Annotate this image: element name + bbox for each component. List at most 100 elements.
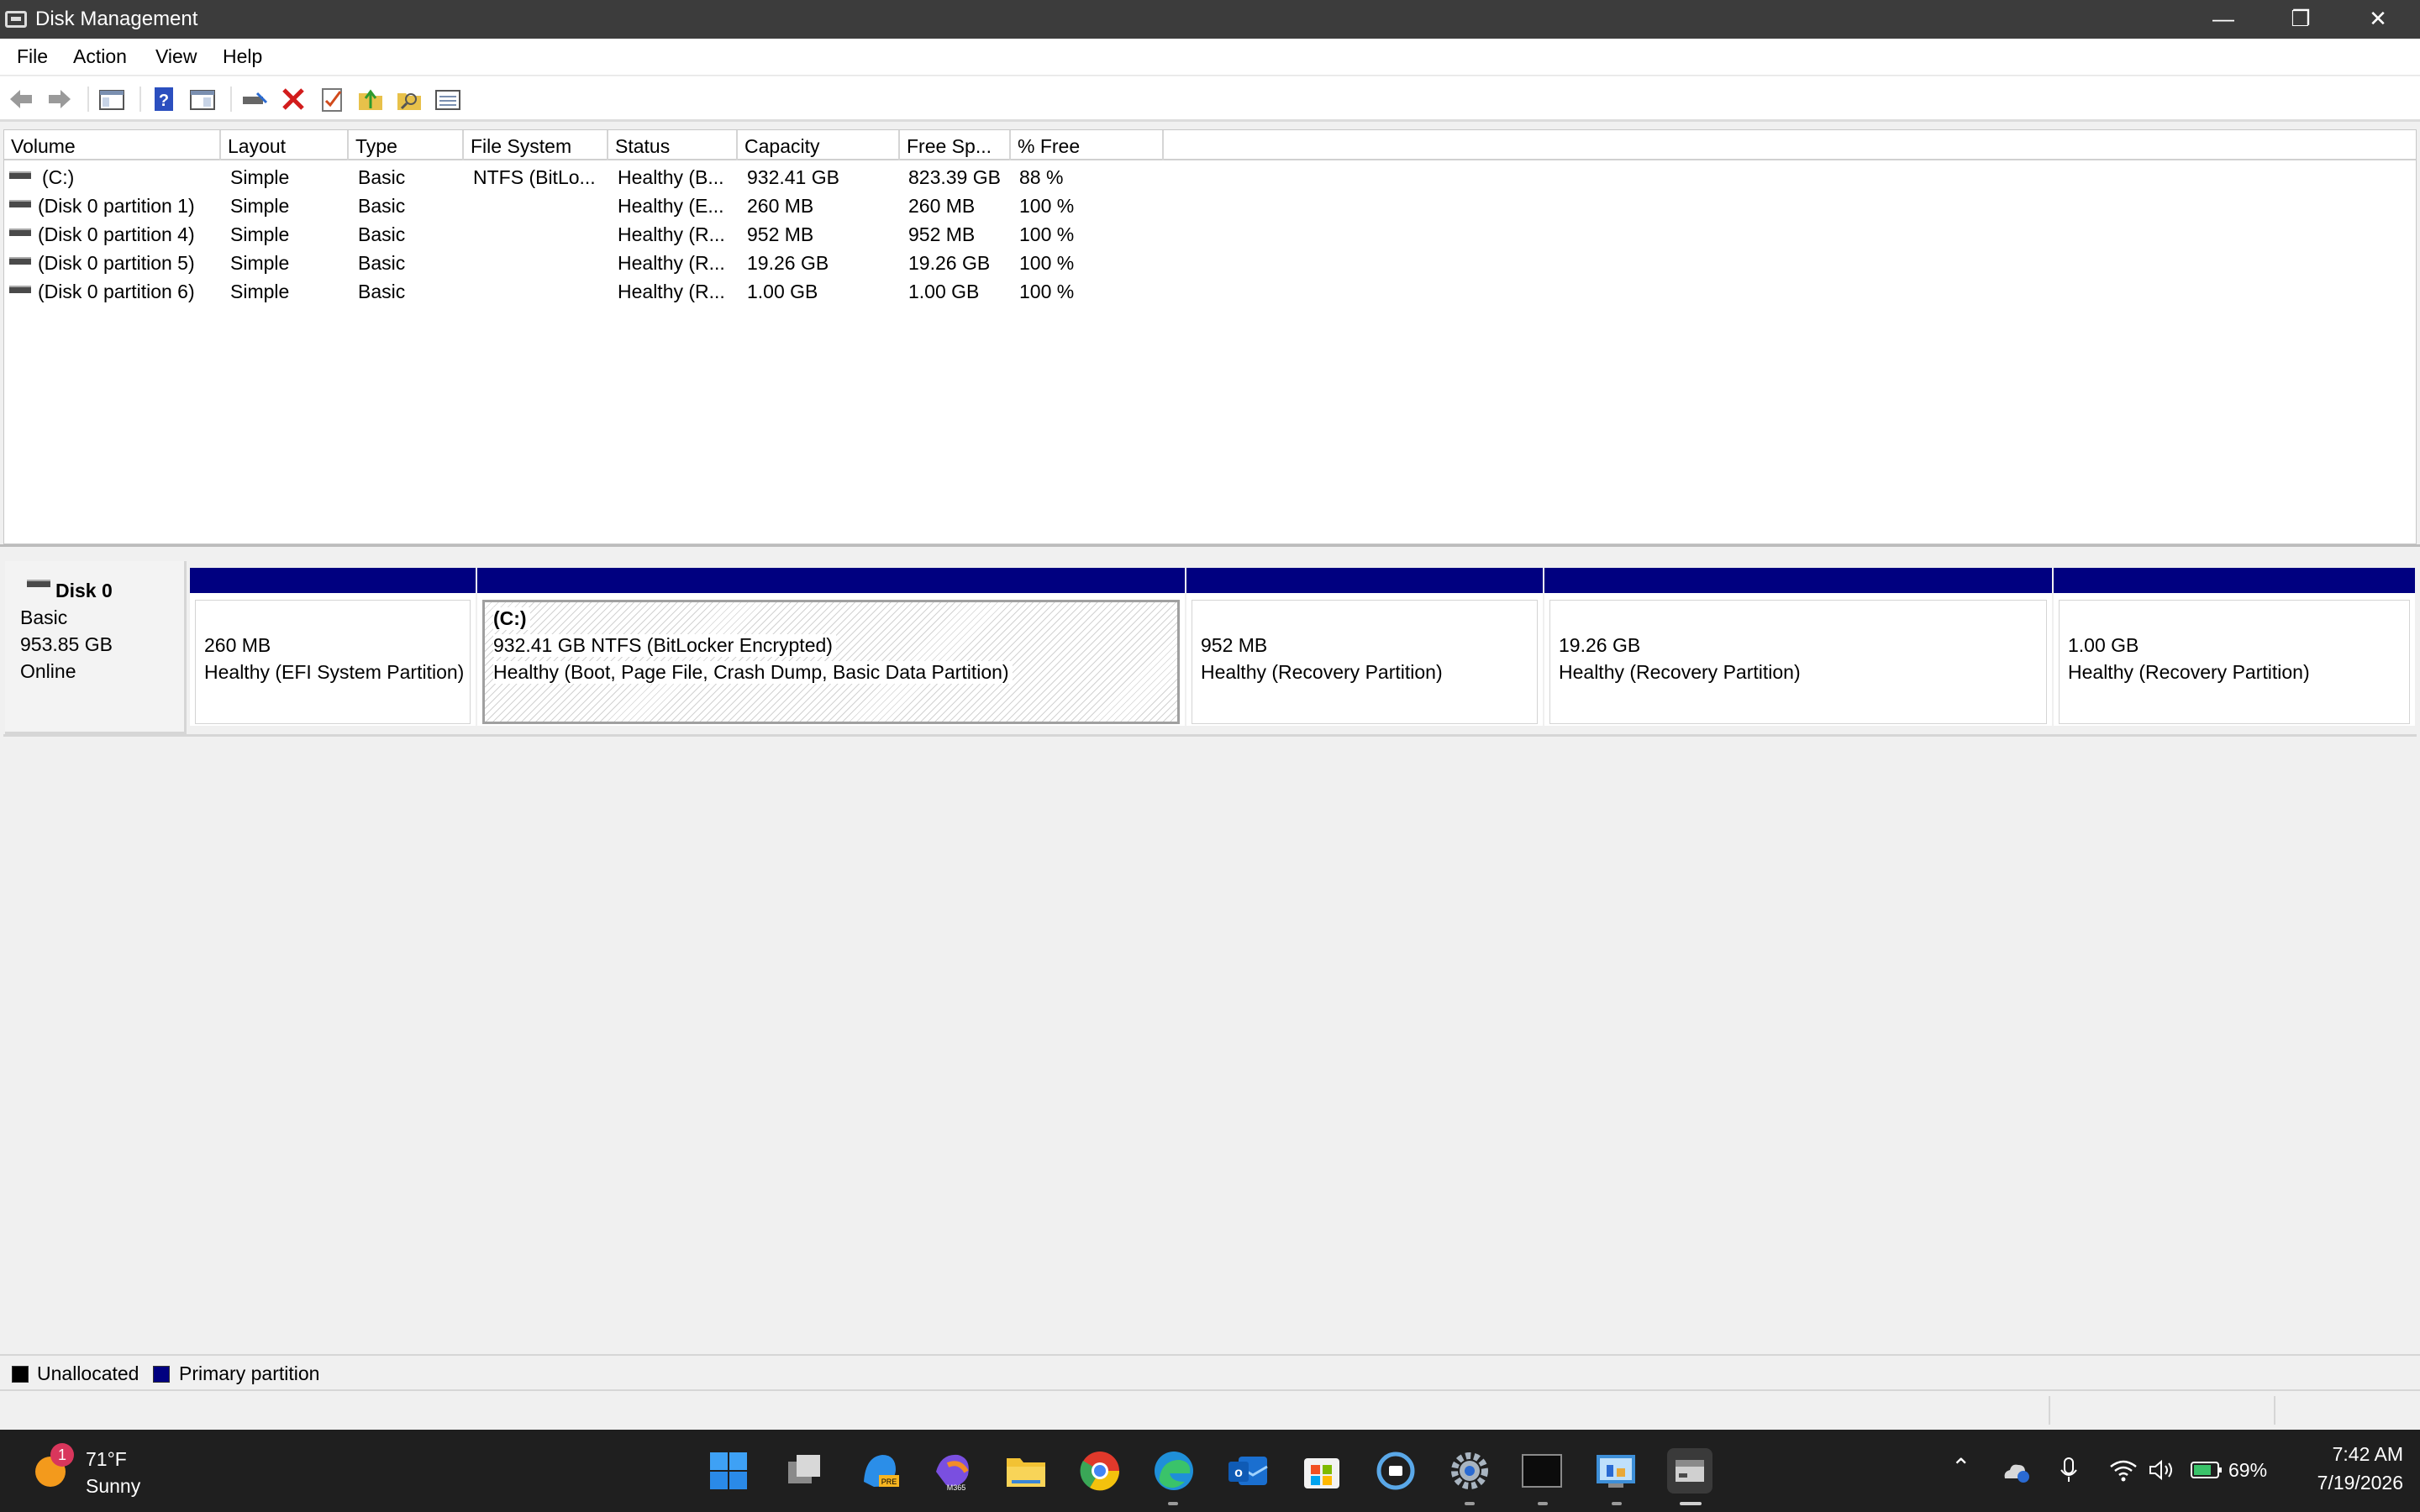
- clock-date: 7/19/2026: [2317, 1472, 2403, 1494]
- media-app-icon[interactable]: [1373, 1448, 1418, 1494]
- forward-arrow-icon[interactable]: [45, 85, 74, 113]
- column-type[interactable]: Type: [349, 130, 464, 160]
- volume-drive-icon: [9, 286, 31, 293]
- view-list-icon[interactable]: [434, 85, 462, 113]
- volume-drive-icon: [9, 200, 31, 207]
- copilot-pre-icon[interactable]: PRE: [857, 1448, 902, 1494]
- volume-row[interactable]: (C:) Simple Basic NTFS (BitLo... Healthy…: [4, 164, 2416, 192]
- wifi-icon[interactable]: [2109, 1458, 2138, 1486]
- help-icon[interactable]: ?: [150, 85, 178, 113]
- svg-text:PRE: PRE: [881, 1478, 897, 1486]
- taskbar: 1 71°F Sunny PRE M365 o ⌃ 69% 7:42 AM 7/…: [0, 1430, 2420, 1512]
- column-volume[interactable]: Volume: [4, 130, 221, 160]
- column-status[interactable]: Status: [608, 130, 738, 160]
- properties-icon[interactable]: [188, 85, 217, 113]
- toolbar: ?: [0, 76, 2420, 122]
- battery-percent: 69%: [2228, 1459, 2268, 1481]
- store-icon[interactable]: [1299, 1448, 1344, 1494]
- chrome-icon[interactable]: [1077, 1448, 1123, 1494]
- disk-name: Disk 0: [55, 580, 113, 601]
- window-title: Disk Management: [35, 8, 198, 30]
- unallocated-swatch: [12, 1366, 29, 1383]
- weather-temp: 71°F: [86, 1448, 127, 1470]
- m365-icon[interactable]: M365: [931, 1448, 976, 1494]
- legend-unallocated: Unallocated: [37, 1362, 139, 1384]
- check-icon[interactable]: [318, 85, 346, 113]
- menu-bar: File Action View Help: [0, 39, 2420, 76]
- terminal-icon[interactable]: [1519, 1448, 1565, 1494]
- menu-help[interactable]: Help: [223, 45, 262, 68]
- column-percent-free[interactable]: % Free: [1011, 130, 1164, 160]
- outlook-icon[interactable]: o: [1225, 1448, 1270, 1494]
- volume-row[interactable]: (Disk 0 partition 5) Simple Basic Health…: [4, 249, 2416, 278]
- task-view-icon[interactable]: [781, 1448, 827, 1494]
- primary-partition-bar: [1186, 568, 1543, 593]
- partition-c[interactable]: (C:) 932.41 GB NTFS (BitLocker Encrypted…: [477, 568, 1185, 726]
- connect-drive-icon[interactable]: [240, 85, 269, 113]
- disk-state: Online: [20, 660, 76, 682]
- svg-text:?: ?: [159, 92, 169, 110]
- start-icon[interactable]: [706, 1448, 751, 1494]
- status-bar: [0, 1389, 2420, 1430]
- volume-list-header: Volume Layout Type File System Status Ca…: [4, 130, 2416, 160]
- volume-drive-icon: [9, 257, 31, 265]
- clock[interactable]: 7:42 AM 7/19/2026: [2286, 1441, 2403, 1500]
- partition-recovery-1[interactable]: 952 MB Healthy (Recovery Partition): [1186, 568, 1543, 726]
- clock-time: 7:42 AM: [2332, 1443, 2403, 1465]
- control-panel-icon[interactable]: [1593, 1448, 1639, 1494]
- back-arrow-icon[interactable]: [7, 85, 35, 113]
- disk-management-icon[interactable]: [1667, 1448, 1712, 1494]
- close-button[interactable]: ✕: [2339, 0, 2417, 39]
- chevron-up-icon[interactable]: ⌃: [1951, 1453, 1970, 1481]
- disk-info[interactable]: Disk 0 Basic 953.85 GB Online: [5, 561, 187, 734]
- volume-row[interactable]: (Disk 0 partition 4) Simple Basic Health…: [4, 221, 2416, 249]
- primary-partition-bar: [190, 568, 476, 593]
- title-bar: Disk Management — ❐ ✕: [0, 0, 2420, 39]
- partition-recovery-2[interactable]: 19.26 GB Healthy (Recovery Partition): [1544, 568, 2052, 726]
- legend-primary-partition: Primary partition: [179, 1362, 320, 1384]
- menu-file[interactable]: File: [17, 45, 48, 68]
- disk-management-app-icon: [5, 11, 27, 28]
- search-folder-icon[interactable]: [395, 85, 424, 113]
- volume-row[interactable]: (Disk 0 partition 1) Simple Basic Health…: [4, 192, 2416, 221]
- up-folder-icon[interactable]: [356, 85, 385, 113]
- svg-text:M365: M365: [947, 1483, 966, 1492]
- restore-button[interactable]: ❐: [2262, 0, 2339, 39]
- weather-condition: Sunny: [86, 1475, 141, 1497]
- volume-drive-icon: [9, 228, 31, 236]
- edge-icon[interactable]: [1151, 1448, 1197, 1494]
- disk-graphical-view: Disk 0 Basic 953.85 GB Online 260 MB Hea…: [3, 554, 2417, 1394]
- primary-partition-bar: [1544, 568, 2052, 593]
- volume-row[interactable]: (Disk 0 partition 6) Simple Basic Health…: [4, 278, 2416, 307]
- delete-icon[interactable]: [279, 85, 308, 113]
- primary-partition-swatch: [153, 1366, 170, 1383]
- disk-type: Basic: [20, 606, 68, 628]
- volume-icon[interactable]: [2148, 1458, 2176, 1486]
- column-file-system[interactable]: File System: [464, 130, 608, 160]
- volume-drive-icon: [9, 171, 31, 179]
- file-explorer-icon[interactable]: [1003, 1448, 1049, 1494]
- settings-icon[interactable]: [1447, 1448, 1492, 1494]
- onedrive-icon[interactable]: [2002, 1458, 2030, 1488]
- volume-list: Volume Layout Type File System Status Ca…: [3, 129, 2417, 544]
- primary-partition-bar: [477, 568, 1185, 593]
- weather-widget[interactable]: 1 71°F Sunny: [25, 1440, 168, 1502]
- column-layout[interactable]: Layout: [221, 130, 349, 160]
- legend: Unallocated Primary partition: [0, 1354, 2420, 1389]
- column-capacity[interactable]: Capacity: [738, 130, 900, 160]
- svg-text:o: o: [1234, 1466, 1243, 1480]
- weather-badge: 1: [50, 1443, 74, 1467]
- show-hide-console-tree-icon[interactable]: [97, 85, 126, 113]
- partition-recovery-3[interactable]: 1.00 GB Healthy (Recovery Partition): [2054, 568, 2415, 726]
- partition-efi[interactable]: 260 MB Healthy (EFI System Partition): [190, 568, 476, 726]
- column-free-space[interactable]: Free Sp...: [900, 130, 1011, 160]
- disk-size: 953.85 GB: [20, 633, 113, 655]
- disk-drive-icon: [27, 580, 50, 587]
- battery-icon[interactable]: [2190, 1460, 2223, 1484]
- pane-splitter[interactable]: [0, 544, 2420, 553]
- menu-view[interactable]: View: [155, 45, 197, 68]
- minimize-button[interactable]: —: [2185, 0, 2262, 39]
- menu-action[interactable]: Action: [73, 45, 127, 68]
- primary-partition-bar: [2054, 568, 2415, 593]
- microphone-icon[interactable]: [2059, 1457, 2079, 1488]
